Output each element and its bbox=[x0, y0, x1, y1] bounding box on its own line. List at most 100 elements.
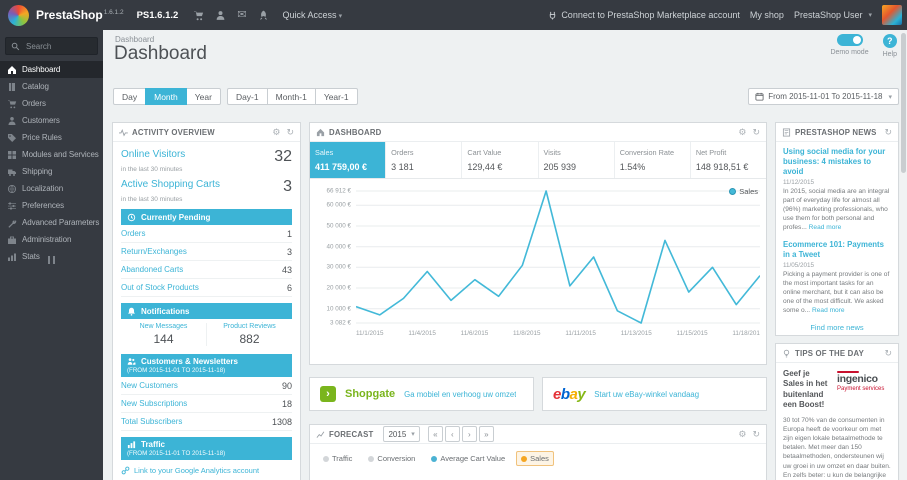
kpi-value: 205 939 bbox=[543, 162, 577, 172]
rocket-icon[interactable] bbox=[258, 10, 269, 21]
date-range-label: From 2015-11-01 To 2015-11-18 bbox=[768, 92, 883, 101]
scrollbar[interactable] bbox=[900, 30, 907, 480]
globe-icon bbox=[6, 184, 17, 194]
news-article: Ecommerce 101: Payments in a Tweet 11/05… bbox=[783, 240, 891, 316]
user-avatar[interactable] bbox=[882, 5, 902, 25]
kpi-cart-value[interactable]: Cart Value 129,44 € bbox=[462, 142, 539, 178]
prestashop-logo bbox=[8, 4, 29, 26]
panel-title: DASHBOARD bbox=[329, 127, 382, 137]
google-analytics-link[interactable]: Link to your Google Analytics account bbox=[121, 460, 292, 479]
forecast-legend-traffic[interactable]: Traffic bbox=[318, 451, 357, 466]
topbar-icons: ✉ bbox=[193, 9, 269, 21]
out-of-stock-link[interactable]: Out of Stock Products bbox=[121, 283, 199, 292]
period-day-1-button[interactable]: Day-1 bbox=[226, 88, 268, 105]
customers-row: New Subscriptions 18 bbox=[121, 395, 292, 413]
home-icon bbox=[6, 65, 17, 75]
product-reviews-label: Product Reviews bbox=[223, 323, 276, 330]
find-more-news-link[interactable]: Find more news bbox=[783, 323, 891, 332]
customer-icon[interactable] bbox=[215, 10, 226, 21]
active-carts-link[interactable]: Active Shopping Carts bbox=[121, 179, 283, 191]
kpi-net-profit[interactable]: Net Profit 148 918,51 € bbox=[691, 142, 766, 178]
online-visitors-sub: in the last 30 minutes bbox=[121, 166, 183, 173]
sidebar-item-orders[interactable]: Orders bbox=[0, 95, 103, 112]
pending-orders-link[interactable]: Orders bbox=[121, 229, 145, 238]
forecast-year-select[interactable]: 2015 ▾ bbox=[383, 426, 420, 442]
abandoned-carts-link[interactable]: Abandoned Carts bbox=[121, 265, 183, 274]
refresh-icon[interactable]: ↻ bbox=[752, 429, 760, 439]
ebay-link[interactable]: Start uw eBay-winkel vandaag bbox=[594, 390, 699, 399]
article-title-link[interactable]: Using social media for your business: 4 … bbox=[783, 147, 891, 177]
period-month-button[interactable]: Month bbox=[145, 88, 187, 105]
sidebar-item-catalog[interactable]: Catalog bbox=[0, 78, 103, 95]
gear-icon[interactable]: ⚙ bbox=[738, 127, 746, 137]
search-input[interactable] bbox=[24, 40, 92, 52]
section-title: Customers & Newsletters bbox=[141, 357, 238, 366]
shopgate-link[interactable]: Ga mobiel en verhoog uw omzet bbox=[404, 390, 516, 399]
refresh-icon[interactable]: ↻ bbox=[286, 127, 294, 137]
sidebar-item-price-rules[interactable]: Price Rules bbox=[0, 129, 103, 146]
product-reviews-cell[interactable]: Product Reviews 882 bbox=[206, 323, 292, 346]
new-messages-cell[interactable]: New Messages 144 bbox=[121, 323, 206, 346]
forecast-legend-average-cart-value[interactable]: Average Cart Value bbox=[426, 451, 510, 466]
chart-legend[interactable]: Sales bbox=[729, 187, 758, 196]
my-shop-link[interactable]: My shop bbox=[750, 10, 784, 20]
total-subscribers-link[interactable]: Total Subscribers bbox=[121, 417, 182, 426]
refresh-icon[interactable]: ↻ bbox=[884, 348, 892, 358]
sidebar-search[interactable] bbox=[5, 37, 98, 55]
panel-header: TIPS OF THE DAY ↻ bbox=[776, 344, 898, 363]
sidebar-item-localization[interactable]: Localization bbox=[0, 180, 103, 197]
next-year-button[interactable]: › bbox=[461, 426, 477, 442]
read-more-link[interactable]: Read more bbox=[812, 307, 845, 314]
sidebar-item-customers[interactable]: Customers bbox=[0, 112, 103, 129]
sidebar-item-label: Administration bbox=[22, 235, 72, 244]
last-year-button[interactable]: » bbox=[478, 426, 494, 442]
scrollbar-thumb[interactable] bbox=[901, 33, 906, 173]
kpi-orders[interactable]: Orders 3 181 bbox=[386, 142, 463, 178]
article-title-link[interactable]: Ecommerce 101: Payments in a Tweet bbox=[783, 240, 891, 260]
date-range-picker[interactable]: From 2015-11-01 To 2015-11-18 ▾ bbox=[748, 88, 899, 105]
sidebar-item-preferences[interactable]: Preferences bbox=[0, 197, 103, 214]
new-customers-link[interactable]: New Customers bbox=[121, 381, 178, 390]
gear-icon[interactable]: ⚙ bbox=[738, 429, 746, 439]
sidebar-item-modules-and-services[interactable]: Modules and Services bbox=[0, 146, 103, 163]
period-day-button[interactable]: Day bbox=[113, 88, 147, 105]
total-subscribers-value: 1308 bbox=[271, 416, 292, 427]
forecast-legend-conversion[interactable]: Conversion bbox=[363, 451, 420, 466]
calendar-icon bbox=[755, 92, 764, 101]
sidebar-item-shipping[interactable]: Shipping bbox=[0, 163, 103, 180]
sidebar-item-advanced-parameters[interactable]: Advanced Parameters bbox=[0, 214, 103, 231]
first-year-button[interactable]: « bbox=[427, 426, 443, 442]
marketplace-connect-link[interactable]: Connect to PrestaShop Marketplace accoun… bbox=[548, 10, 740, 20]
help-icon[interactable]: ? bbox=[882, 34, 897, 48]
period-month-1-button[interactable]: Month-1 bbox=[266, 88, 316, 105]
book-icon bbox=[6, 82, 17, 92]
demo-mode-toggle[interactable] bbox=[836, 34, 863, 46]
pending-returns-link[interactable]: Return/Exchanges bbox=[121, 247, 187, 256]
new-subscriptions-link[interactable]: New Subscriptions bbox=[121, 399, 187, 408]
previous-year-button[interactable]: ‹ bbox=[444, 426, 460, 442]
refresh-icon[interactable]: ↻ bbox=[752, 127, 760, 137]
sidebar-item-label: Localization bbox=[22, 184, 64, 193]
period-year-button[interactable]: Year bbox=[185, 88, 221, 105]
messages-icon[interactable]: ✉ bbox=[237, 9, 246, 21]
kpi-row: Sales 411 759,00 € Orders 3 181 Cart Value… bbox=[310, 142, 766, 179]
sidebar-item-administration[interactable]: Administration bbox=[0, 231, 103, 248]
online-visitors-link[interactable]: Online Visitors bbox=[121, 149, 274, 161]
user-menu[interactable]: PrestaShop User ▾ bbox=[794, 10, 872, 20]
kpi-sales[interactable]: Sales 411 759,00 € bbox=[310, 142, 387, 178]
forecast-legend-sales[interactable]: Sales bbox=[516, 451, 554, 466]
period-year-1-button[interactable]: Year-1 bbox=[314, 88, 358, 105]
cart-icon[interactable] bbox=[193, 10, 204, 21]
collapse-sidebar-button[interactable] bbox=[0, 256, 103, 264]
refresh-icon[interactable]: ↻ bbox=[884, 127, 892, 137]
forecast-legend-dot bbox=[368, 455, 375, 462]
read-more-link[interactable]: Read more bbox=[809, 224, 842, 231]
forecast-legend-dot bbox=[521, 455, 528, 462]
kpi-conversion-rate[interactable]: Conversion Rate 1.54% bbox=[615, 142, 691, 178]
kpi-visits[interactable]: Visits 205 939 bbox=[539, 142, 615, 178]
quick-access-menu[interactable]: Quick Access ▾ bbox=[283, 10, 343, 20]
sidebar-item-label: Dashboard bbox=[22, 65, 61, 74]
sidebar-item-dashboard[interactable]: Dashboard bbox=[0, 61, 103, 78]
gear-icon[interactable]: ⚙ bbox=[272, 127, 280, 137]
shop-name-link[interactable]: PS1.6.1.2 bbox=[137, 10, 179, 21]
